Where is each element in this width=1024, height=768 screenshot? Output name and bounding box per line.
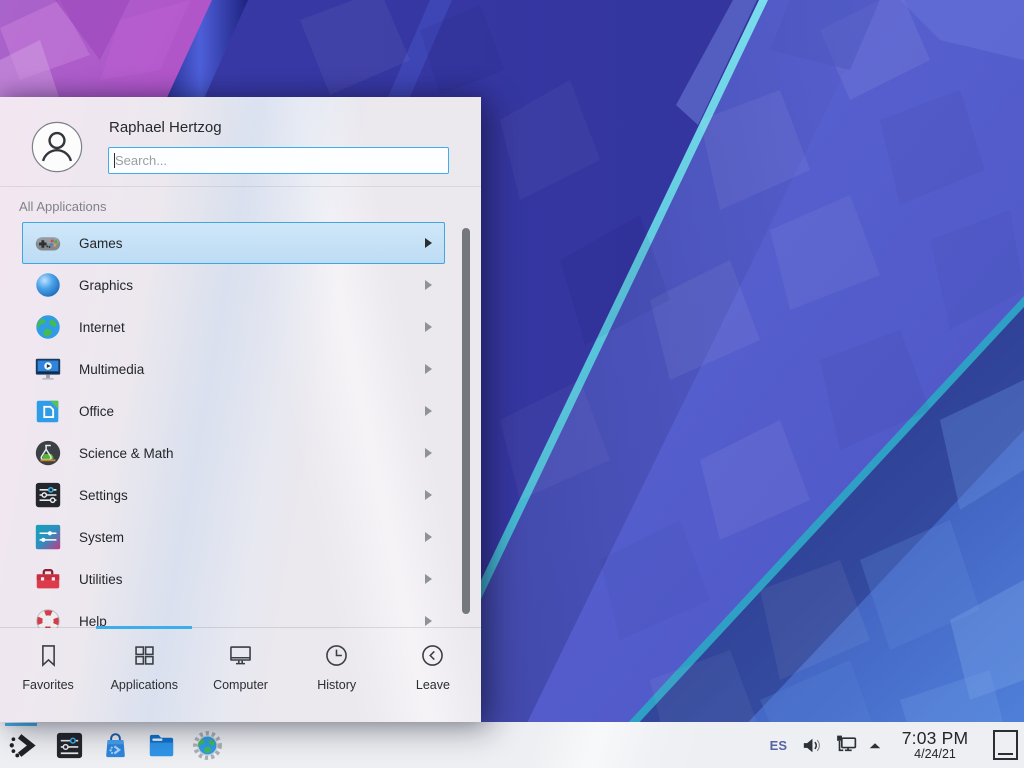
submenu-arrow-icon bbox=[425, 280, 432, 290]
system-settings-button[interactable] bbox=[46, 722, 92, 768]
category-item-games[interactable]: Games bbox=[22, 222, 445, 264]
category-label: System bbox=[79, 530, 124, 545]
submenu-arrow-icon bbox=[425, 490, 432, 500]
submenu-arrow-icon bbox=[425, 448, 432, 458]
category-label: Science & Math bbox=[79, 446, 174, 461]
utilities-icon bbox=[33, 564, 63, 594]
active-tab-indicator bbox=[96, 626, 192, 629]
category-label: Games bbox=[79, 236, 123, 251]
games-icon bbox=[33, 228, 63, 258]
category-item-utilities[interactable]: Utilities bbox=[22, 558, 445, 600]
system-settings-icon bbox=[54, 730, 85, 761]
expand-tray-arrow-icon[interactable] bbox=[868, 741, 882, 750]
application-launcher-menu: Raphael Hertzog All Applications Games Gr… bbox=[0, 97, 481, 722]
leave-icon bbox=[419, 642, 446, 669]
taskbar-launchers bbox=[0, 722, 230, 768]
user-avatar bbox=[31, 121, 83, 173]
category-item-system[interactable]: System bbox=[22, 516, 445, 558]
list-scrollbar-thumb[interactable] bbox=[462, 228, 470, 614]
category-item-graphics[interactable]: Graphics bbox=[22, 264, 445, 306]
computer-icon bbox=[227, 642, 254, 669]
category-label: Settings bbox=[79, 488, 128, 503]
help-icon bbox=[33, 606, 63, 628]
applications-icon bbox=[131, 642, 158, 669]
science-icon bbox=[33, 438, 63, 468]
text-cursor bbox=[114, 153, 115, 168]
taskbar-panel: ES 7:03 PM 4/24/21 bbox=[0, 722, 1024, 768]
keyboard-layout-indicator[interactable]: ES bbox=[770, 738, 787, 753]
tab-favorites[interactable]: Favorites bbox=[0, 628, 96, 722]
submenu-arrow-icon bbox=[425, 322, 432, 332]
settings-icon bbox=[33, 480, 63, 510]
submenu-arrow-icon bbox=[425, 406, 432, 416]
category-label: Internet bbox=[79, 320, 125, 335]
category-label: Graphics bbox=[79, 278, 133, 293]
file-manager-button[interactable] bbox=[138, 722, 184, 768]
category-item-settings[interactable]: Settings bbox=[22, 474, 445, 516]
multimedia-icon bbox=[33, 354, 63, 384]
category-label: Utilities bbox=[79, 572, 123, 587]
launcher-tab-bar: Favorites Applications Computer History Leav… bbox=[0, 627, 481, 722]
favorites-icon bbox=[35, 642, 62, 669]
web-browser-button[interactable] bbox=[184, 722, 230, 768]
file-manager-icon bbox=[146, 730, 177, 761]
category-label: Office bbox=[79, 404, 114, 419]
system-tray: ES 7:03 PM 4/24/21 bbox=[770, 722, 1024, 768]
internet-icon bbox=[33, 312, 63, 342]
app-launcher-button[interactable] bbox=[0, 722, 46, 768]
category-item-office[interactable]: Office bbox=[22, 390, 445, 432]
digital-clock[interactable]: 7:03 PM 4/24/21 bbox=[893, 729, 977, 761]
clock-date: 4/24/21 bbox=[893, 748, 977, 761]
web-browser-icon bbox=[192, 730, 223, 761]
system-icon bbox=[33, 522, 63, 552]
category-list: Games Graphics Internet Multimedia Office Sci… bbox=[0, 222, 481, 628]
submenu-arrow-icon bbox=[425, 238, 432, 248]
active-task-indicator bbox=[5, 723, 37, 726]
tab-label: History bbox=[317, 678, 356, 692]
user-name: Raphael Hertzog bbox=[109, 119, 222, 136]
submenu-arrow-icon bbox=[425, 532, 432, 542]
search-input[interactable] bbox=[108, 147, 449, 174]
discover-icon bbox=[100, 730, 131, 761]
tab-leave[interactable]: Leave bbox=[385, 628, 481, 722]
tab-label: Favorites bbox=[22, 678, 73, 692]
discover-button[interactable] bbox=[92, 722, 138, 768]
clock-time: 7:03 PM bbox=[893, 729, 977, 748]
section-label: All Applications bbox=[19, 199, 106, 214]
tabs: Favorites Applications Computer History Leav… bbox=[0, 628, 481, 722]
submenu-arrow-icon bbox=[425, 574, 432, 584]
category-item-multimedia[interactable]: Multimedia bbox=[22, 348, 445, 390]
header-divider bbox=[0, 186, 481, 187]
tab-label: Computer bbox=[213, 678, 268, 692]
show-desktop-button[interactable] bbox=[993, 730, 1018, 760]
category-item-science-math[interactable]: Science & Math bbox=[22, 432, 445, 474]
category-item-internet[interactable]: Internet bbox=[22, 306, 445, 348]
network-icon[interactable] bbox=[834, 733, 859, 758]
kickoff-icon bbox=[8, 730, 39, 761]
tab-label: Applications bbox=[111, 678, 178, 692]
tab-computer[interactable]: Computer bbox=[192, 628, 288, 722]
tab-applications[interactable]: Applications bbox=[96, 628, 192, 722]
category-label: Multimedia bbox=[79, 362, 144, 377]
history-icon bbox=[323, 642, 350, 669]
graphics-icon bbox=[33, 270, 63, 300]
category-item-help[interactable]: Help bbox=[22, 600, 445, 628]
tab-label: Leave bbox=[416, 678, 450, 692]
volume-icon[interactable] bbox=[800, 734, 823, 757]
office-icon bbox=[33, 396, 63, 426]
submenu-arrow-icon bbox=[425, 616, 432, 626]
submenu-arrow-icon bbox=[425, 364, 432, 374]
tab-history[interactable]: History bbox=[289, 628, 385, 722]
